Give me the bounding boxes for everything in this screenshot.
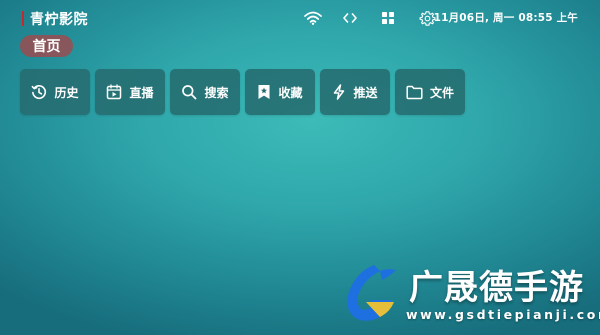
watermark-title: 广晟德手游 <box>409 268 584 308</box>
watermark: 广晟德手游 www.gsdtiepianji.com <box>332 252 600 335</box>
push-label: 推送 <box>353 85 378 100</box>
search-button[interactable]: 搜索 <box>170 69 240 115</box>
lightning-icon <box>334 84 345 100</box>
history-label: 历史 <box>54 85 79 100</box>
history-button[interactable]: 历史 <box>20 69 90 115</box>
search-icon <box>182 85 197 100</box>
tab-home[interactable]: 首页 <box>20 35 73 57</box>
files-button[interactable]: 文件 <box>395 69 465 115</box>
push-button[interactable]: 推送 <box>320 69 390 115</box>
brand-accent-bar <box>22 11 24 26</box>
favorites-label: 收藏 <box>278 85 303 100</box>
favorites-button[interactable]: 收藏 <box>245 69 315 115</box>
watermark-logo <box>347 265 396 321</box>
live-tv-icon <box>107 84 122 100</box>
grid-icon[interactable] <box>378 9 398 27</box>
history-icon <box>32 85 47 99</box>
watermark-url: www.gsdtiepianji.com <box>406 307 600 322</box>
bookmark-star-icon <box>258 85 270 99</box>
datetime: 11月06日, 周一 08:55 上午 <box>433 12 578 24</box>
search-label: 搜索 <box>204 85 229 100</box>
folder-icon <box>406 85 423 99</box>
quick-menu: 历史 直播 搜索 收藏 推送 文件 <box>20 69 465 115</box>
wifi-icon[interactable] <box>302 9 324 27</box>
app-title: 青柠影院 <box>30 12 88 28</box>
live-button[interactable]: 直播 <box>95 69 165 115</box>
code-icon[interactable] <box>340 9 360 27</box>
files-label: 文件 <box>429 85 454 100</box>
top-bar: 青柠影院 11月06日, 周一 08:55 上午 <box>0 0 600 36</box>
live-label: 直播 <box>129 85 154 100</box>
